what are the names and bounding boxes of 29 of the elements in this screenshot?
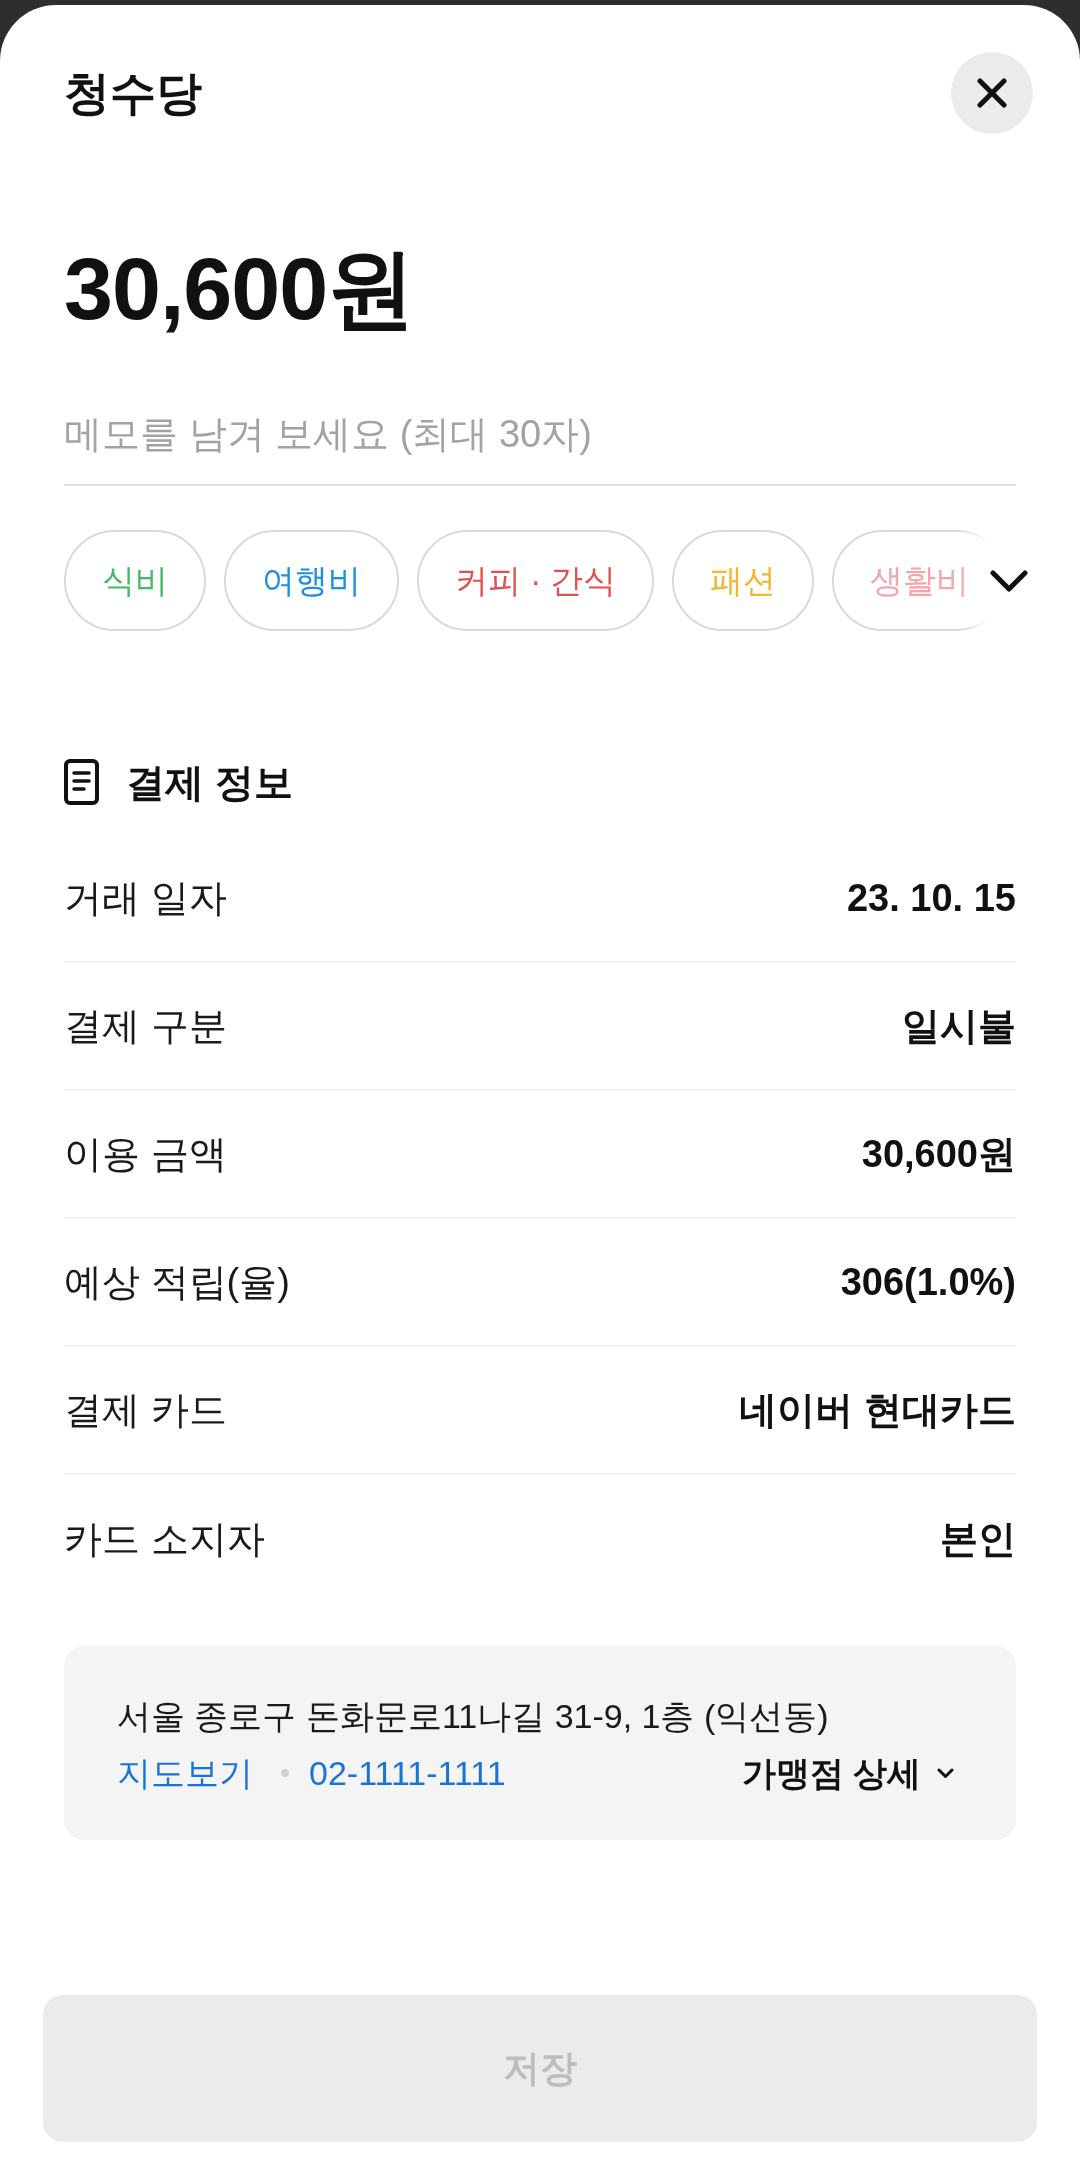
info-label: 결제 카드 [64,1391,227,1429]
category-chip[interactable]: 식비 [64,530,206,631]
map-link[interactable]: 지도보기 [117,1756,253,1790]
info-label: 거래 일자 [64,879,227,917]
info-label: 카드 소지자 [64,1520,265,1558]
info-value: 30,600원 [861,1135,1016,1173]
category-chip[interactable]: 커피 · 간식 [417,530,655,631]
merchant-detail-button[interactable]: 가맹점 상세 [741,1756,954,1790]
info-label: 이용 금액 [64,1135,227,1173]
chevron-down-icon[interactable] [990,569,1028,592]
category-chip[interactable]: 생활비 [832,530,990,631]
chevron-down-icon [937,1767,954,1779]
info-value: 306(1.0%) [840,1263,1016,1301]
info-value: 본인 [940,1520,1016,1558]
info-label: 예상 적립(율) [64,1263,290,1301]
address-text: 서울 종로구 돈화문로11나길 31-9, 1층 (익선동) [117,1696,829,1737]
merchant-title: 청수당 [64,70,202,116]
category-chip[interactable]: 여행비 [224,530,399,631]
section-title: 결제 정보 [126,762,293,802]
category-chip[interactable]: 패션 [672,530,815,631]
amount-text: 30,600원 [64,245,415,333]
phone-link[interactable]: 02-1111-1111 [309,1756,506,1790]
document-icon [64,759,99,805]
close-icon [977,78,1007,108]
info-value: 네이버 현대카드 [739,1391,1016,1429]
info-label: 결제 구분 [64,1007,227,1045]
info-value: 일시불 [902,1007,1016,1045]
memo-input[interactable]: 메모를 남겨 보세요 (최대 30자) [64,385,1016,486]
info-value: 23. 10. 15 [846,879,1016,917]
